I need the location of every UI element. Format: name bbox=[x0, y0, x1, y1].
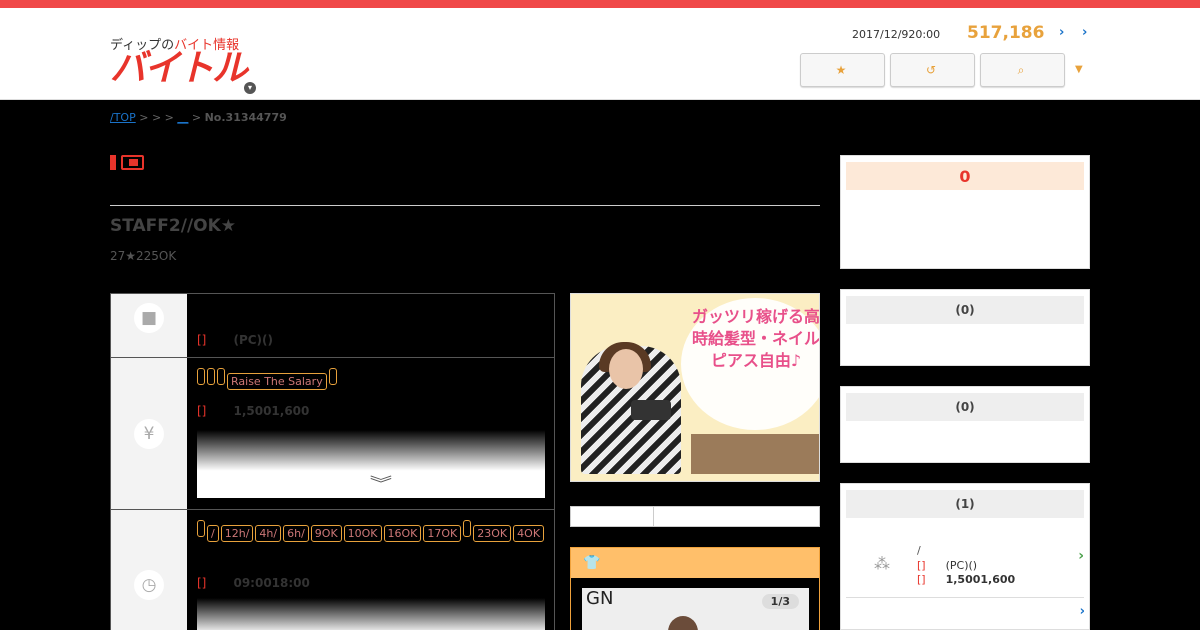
job-info-table: ■ [] (PC)() ¥ Raise The Salary [] 1,5001… bbox=[110, 293, 555, 630]
site-header: ディップのバイト情報 バイトル ▾ 2017/12/920:00 517,186… bbox=[0, 8, 1200, 100]
category-tag bbox=[110, 155, 116, 170]
update-date: 2017/12/920:00 bbox=[852, 28, 941, 41]
gallery-image[interactable]: GN 1/3 bbox=[582, 588, 809, 630]
job-photo: ガッツリ稼げる高時給髪型・ネイルピアス自由♪ bbox=[570, 293, 820, 482]
briefcase-icon: ■ bbox=[134, 303, 164, 333]
hours-detail-expand[interactable] bbox=[197, 598, 545, 630]
yen-icon: ¥ bbox=[134, 418, 164, 449]
chevron-right-icon[interactable]: › bbox=[1059, 25, 1064, 40]
history-button[interactable]: ↺ bbox=[890, 53, 975, 87]
salary-tags: Raise The Salary bbox=[197, 368, 339, 390]
recent-jobs-box: (1) ⁂ / [] (PC)() [] 1,5001,600 › › bbox=[840, 483, 1090, 630]
info-row-hours: ◷ /12h/4h/6h/9OK 10OK 16OK 17OK 23OK 4OK [] 0… bbox=[111, 510, 554, 630]
site-logo[interactable]: バイトル bbox=[110, 49, 248, 89]
list-item[interactable]: ⁂ / [] (PC)() [] 1,5001,600 › bbox=[846, 540, 1084, 598]
job-title: STAFF2//OK★ bbox=[110, 216, 237, 236]
chevron-down-icon[interactable]: ▾ bbox=[244, 82, 256, 94]
loading-spinner-icon: ⁂ bbox=[874, 554, 890, 573]
shirt-icon: 👕 bbox=[583, 555, 601, 571]
gallery-header: 👕 bbox=[571, 548, 819, 578]
sidebar-box-3: (0) bbox=[840, 386, 1090, 463]
gallery-counter: 1/3 bbox=[761, 594, 799, 609]
chevron-right-icon[interactable]: › bbox=[1080, 604, 1085, 619]
chevron-right-icon[interactable]: › bbox=[1078, 548, 1084, 564]
job-subtitle: 27★225OK bbox=[110, 249, 177, 263]
breadcrumb-current: No.31344779 bbox=[204, 111, 287, 124]
breadcrumb: /TOP > > > __ > No.31344779 bbox=[110, 111, 287, 124]
photo-caption: ガッツリ稼げる高時給髪型・ネイルピアス自由♪ bbox=[691, 307, 820, 370]
info-row-salary: ¥ Raise The Salary [] 1,5001,600 ︾ bbox=[111, 358, 554, 510]
breadcrumb-top-link[interactable]: /TOP bbox=[110, 111, 136, 124]
top-accent-bar bbox=[0, 0, 1200, 8]
sidebar-box-2: (0) bbox=[840, 289, 1090, 366]
clock-icon: ◷ bbox=[134, 570, 164, 600]
chevron-down-icon[interactable]: ▼ bbox=[1075, 64, 1083, 75]
keep-list-box: 0 bbox=[840, 155, 1090, 269]
search-button[interactable]: ⌕ bbox=[980, 53, 1065, 87]
job-count: 517,186 bbox=[967, 23, 1045, 43]
divider bbox=[110, 205, 820, 206]
salary-detail-expand[interactable]: ︾ bbox=[197, 430, 545, 498]
photo-tabs[interactable] bbox=[570, 506, 820, 527]
star-icon: ★ bbox=[835, 63, 847, 77]
chevron-down-icon[interactable]: ︾ bbox=[370, 470, 392, 494]
hours-tags: /12h/4h/6h/9OK 10OK 16OK 17OK 23OK 4OK bbox=[197, 520, 547, 543]
workplace-gallery: 👕 GN 1/3 bbox=[570, 547, 820, 630]
search-icon: ⌕ bbox=[1017, 62, 1025, 77]
video-icon[interactable] bbox=[121, 155, 144, 170]
keep-count[interactable]: 0 bbox=[846, 162, 1084, 190]
favorites-button[interactable]: ★ bbox=[800, 53, 885, 87]
history-icon: ↺ bbox=[925, 63, 937, 77]
info-row-job-type: ■ [] (PC)() bbox=[111, 294, 554, 358]
chevron-right-icon[interactable]: › bbox=[1082, 25, 1087, 40]
breadcrumb-link[interactable]: __ bbox=[177, 111, 188, 124]
